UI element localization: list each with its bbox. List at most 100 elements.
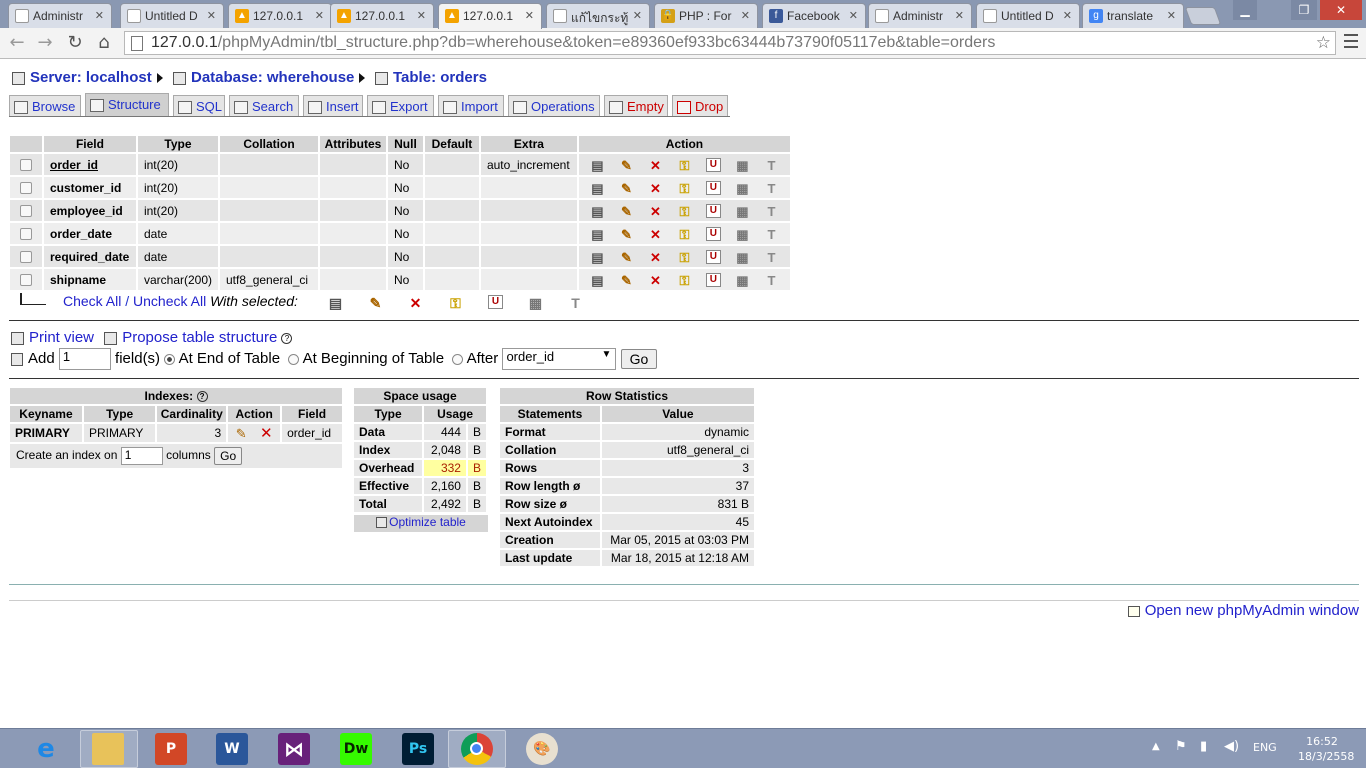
tab-drop[interactable]: Drop <box>672 95 728 116</box>
dreamweaver-icon[interactable]: Dw <box>340 733 372 765</box>
close-tab-icon[interactable]: ✕ <box>741 9 750 22</box>
field-name[interactable]: shipname <box>50 273 106 287</box>
row-checkbox[interactable] <box>19 205 32 218</box>
tab-import[interactable]: Import <box>438 95 504 116</box>
browser-tab[interactable]: Untitled D ✕ <box>120 3 224 28</box>
row-checkbox[interactable] <box>19 182 32 195</box>
field-name[interactable]: order_id <box>50 158 98 172</box>
close-tab-icon[interactable]: ✕ <box>633 9 642 22</box>
optimize-table-link[interactable]: Optimize table <box>389 515 466 529</box>
close-window-button[interactable]: ✕ <box>1320 0 1362 20</box>
drop-icon[interactable]: ✕ <box>648 227 663 242</box>
browser-tab[interactable]: แก้ไขกระทู้ ✕ <box>546 3 650 28</box>
row-checkbox[interactable] <box>19 228 32 241</box>
index-icon[interactable]: ▦ <box>735 273 750 288</box>
index-icon[interactable]: ▦ <box>735 158 750 173</box>
forward-icon[interactable]: → <box>34 32 56 54</box>
volume-icon[interactable]: ◀) <box>1224 739 1239 754</box>
edit-icon[interactable]: ✎ <box>619 158 634 173</box>
primary-key-icon[interactable]: ⚿ <box>677 158 692 173</box>
bulk-index-icon[interactable]: ▦ <box>528 295 543 311</box>
edit-icon[interactable]: ✎ <box>619 273 634 288</box>
browser-tab[interactable]: Administr ✕ <box>8 3 112 28</box>
close-tab-icon[interactable]: ✕ <box>95 9 104 22</box>
close-tab-icon[interactable]: ✕ <box>849 9 858 22</box>
close-tab-icon[interactable]: ✕ <box>1063 9 1072 22</box>
browser-tab[interactable]: ▲ 127.0.0.1 ✕ <box>438 3 542 29</box>
language-indicator[interactable]: ENG <box>1253 741 1277 754</box>
unique-icon[interactable]: U <box>705 272 721 287</box>
clock[interactable]: 16:52 18/3/2558 <box>1298 734 1354 764</box>
field-name[interactable]: customer_id <box>50 181 121 195</box>
drop-icon[interactable]: ✕ <box>648 181 663 196</box>
bulk-browse-icon[interactable]: ▤ <box>328 295 343 311</box>
tab-insert[interactable]: Insert <box>303 95 363 116</box>
visual-studio-icon[interactable]: ⋈ <box>278 733 310 765</box>
tab-operations[interactable]: Operations <box>508 95 600 116</box>
powerpoint-icon[interactable]: P <box>155 733 187 765</box>
breadcrumb-database[interactable]: Database: wherehouse <box>173 69 354 86</box>
browser-tab[interactable]: ▲ 127.0.0.1 ✕ <box>228 3 332 28</box>
bookmark-star-icon[interactable]: ☆ <box>1316 32 1331 54</box>
primary-key-icon[interactable]: ⚿ <box>677 181 692 196</box>
primary-key-icon[interactable]: ⚿ <box>677 273 692 288</box>
field-name[interactable]: order_date <box>50 227 112 241</box>
check-all-link[interactable]: Check All <box>63 293 121 309</box>
browse-icon[interactable]: ▤ <box>590 250 605 265</box>
fulltext-icon[interactable]: T <box>764 204 779 219</box>
photoshop-icon[interactable]: Ps <box>402 733 434 765</box>
field-name[interactable]: employee_id <box>50 204 123 218</box>
paint-icon[interactable]: 🎨 <box>526 733 558 765</box>
primary-key-icon[interactable]: ⚿ <box>677 204 692 219</box>
fulltext-icon[interactable]: T <box>764 158 779 173</box>
address-bar[interactable]: 127.0.0.1/phpMyAdmin/tbl_structure.php?d… <box>124 31 1336 55</box>
bulk-drop-icon[interactable]: ✕ <box>408 295 423 311</box>
add-go-button[interactable]: Go <box>620 349 658 369</box>
help-icon[interactable]: ? <box>281 332 293 344</box>
chrome-menu-icon[interactable] <box>1344 34 1358 48</box>
close-tab-icon[interactable]: ✕ <box>207 9 216 22</box>
drop-icon[interactable]: ✕ <box>648 158 663 173</box>
browse-icon[interactable]: ▤ <box>590 181 605 196</box>
close-tab-icon[interactable]: ✕ <box>955 9 964 22</box>
fulltext-icon[interactable]: T <box>764 181 779 196</box>
tab-sql[interactable]: SQL <box>173 95 225 116</box>
back-icon[interactable]: ← <box>6 32 28 54</box>
bulk-fulltext-icon[interactable]: T <box>568 295 583 311</box>
after-column-select[interactable]: order_id ▼ <box>502 348 617 370</box>
bulk-edit-icon[interactable]: ✎ <box>368 295 383 311</box>
add-count-input[interactable]: 1 <box>58 348 111 370</box>
close-tab-icon[interactable]: ✕ <box>1167 9 1176 22</box>
browser-tab[interactable]: ▲ 127.0.0.1 ✕ <box>330 3 434 28</box>
radio-after[interactable] <box>452 353 464 365</box>
new-tab-button[interactable] <box>1184 7 1222 25</box>
propose-structure-link[interactable]: Propose table structure <box>122 329 277 346</box>
drop-icon[interactable]: ✕ <box>648 273 663 288</box>
reload-icon[interactable]: ↻ <box>64 32 86 54</box>
primary-key-icon[interactable]: ⚿ <box>677 250 692 265</box>
help-icon[interactable]: ? <box>196 391 208 403</box>
ie-icon[interactable]: e <box>30 733 62 765</box>
tab-search[interactable]: Search <box>229 95 299 116</box>
tray-chevron-icon[interactable]: ▲ <box>1152 741 1160 752</box>
tab-browse[interactable]: Browse <box>9 95 81 116</box>
uncheck-all-link[interactable]: Uncheck All <box>133 293 206 309</box>
drop-index-icon[interactable]: ✕ <box>260 425 273 442</box>
browse-icon[interactable]: ▤ <box>590 204 605 219</box>
restore-button[interactable]: ❐ <box>1291 0 1317 20</box>
radio-at-end[interactable] <box>164 353 176 365</box>
breadcrumb-server[interactable]: Server: localhost <box>12 69 152 86</box>
browser-tab[interactable]: f Facebook ✕ <box>762 3 866 28</box>
drop-icon[interactable]: ✕ <box>648 250 663 265</box>
index-icon[interactable]: ▦ <box>735 250 750 265</box>
create-index-go-button[interactable]: Go <box>214 447 243 465</box>
minimize-button[interactable]: ▁ <box>1233 0 1257 20</box>
tab-structure[interactable]: Structure <box>85 93 169 116</box>
battery-icon[interactable]: ▮ <box>1200 739 1207 754</box>
close-tab-icon[interactable]: ✕ <box>417 9 426 22</box>
row-checkbox[interactable] <box>19 274 32 287</box>
primary-key-icon[interactable]: ⚿ <box>677 227 692 242</box>
drop-icon[interactable]: ✕ <box>648 204 663 219</box>
field-name[interactable]: required_date <box>50 250 129 264</box>
index-icon[interactable]: ▦ <box>735 181 750 196</box>
